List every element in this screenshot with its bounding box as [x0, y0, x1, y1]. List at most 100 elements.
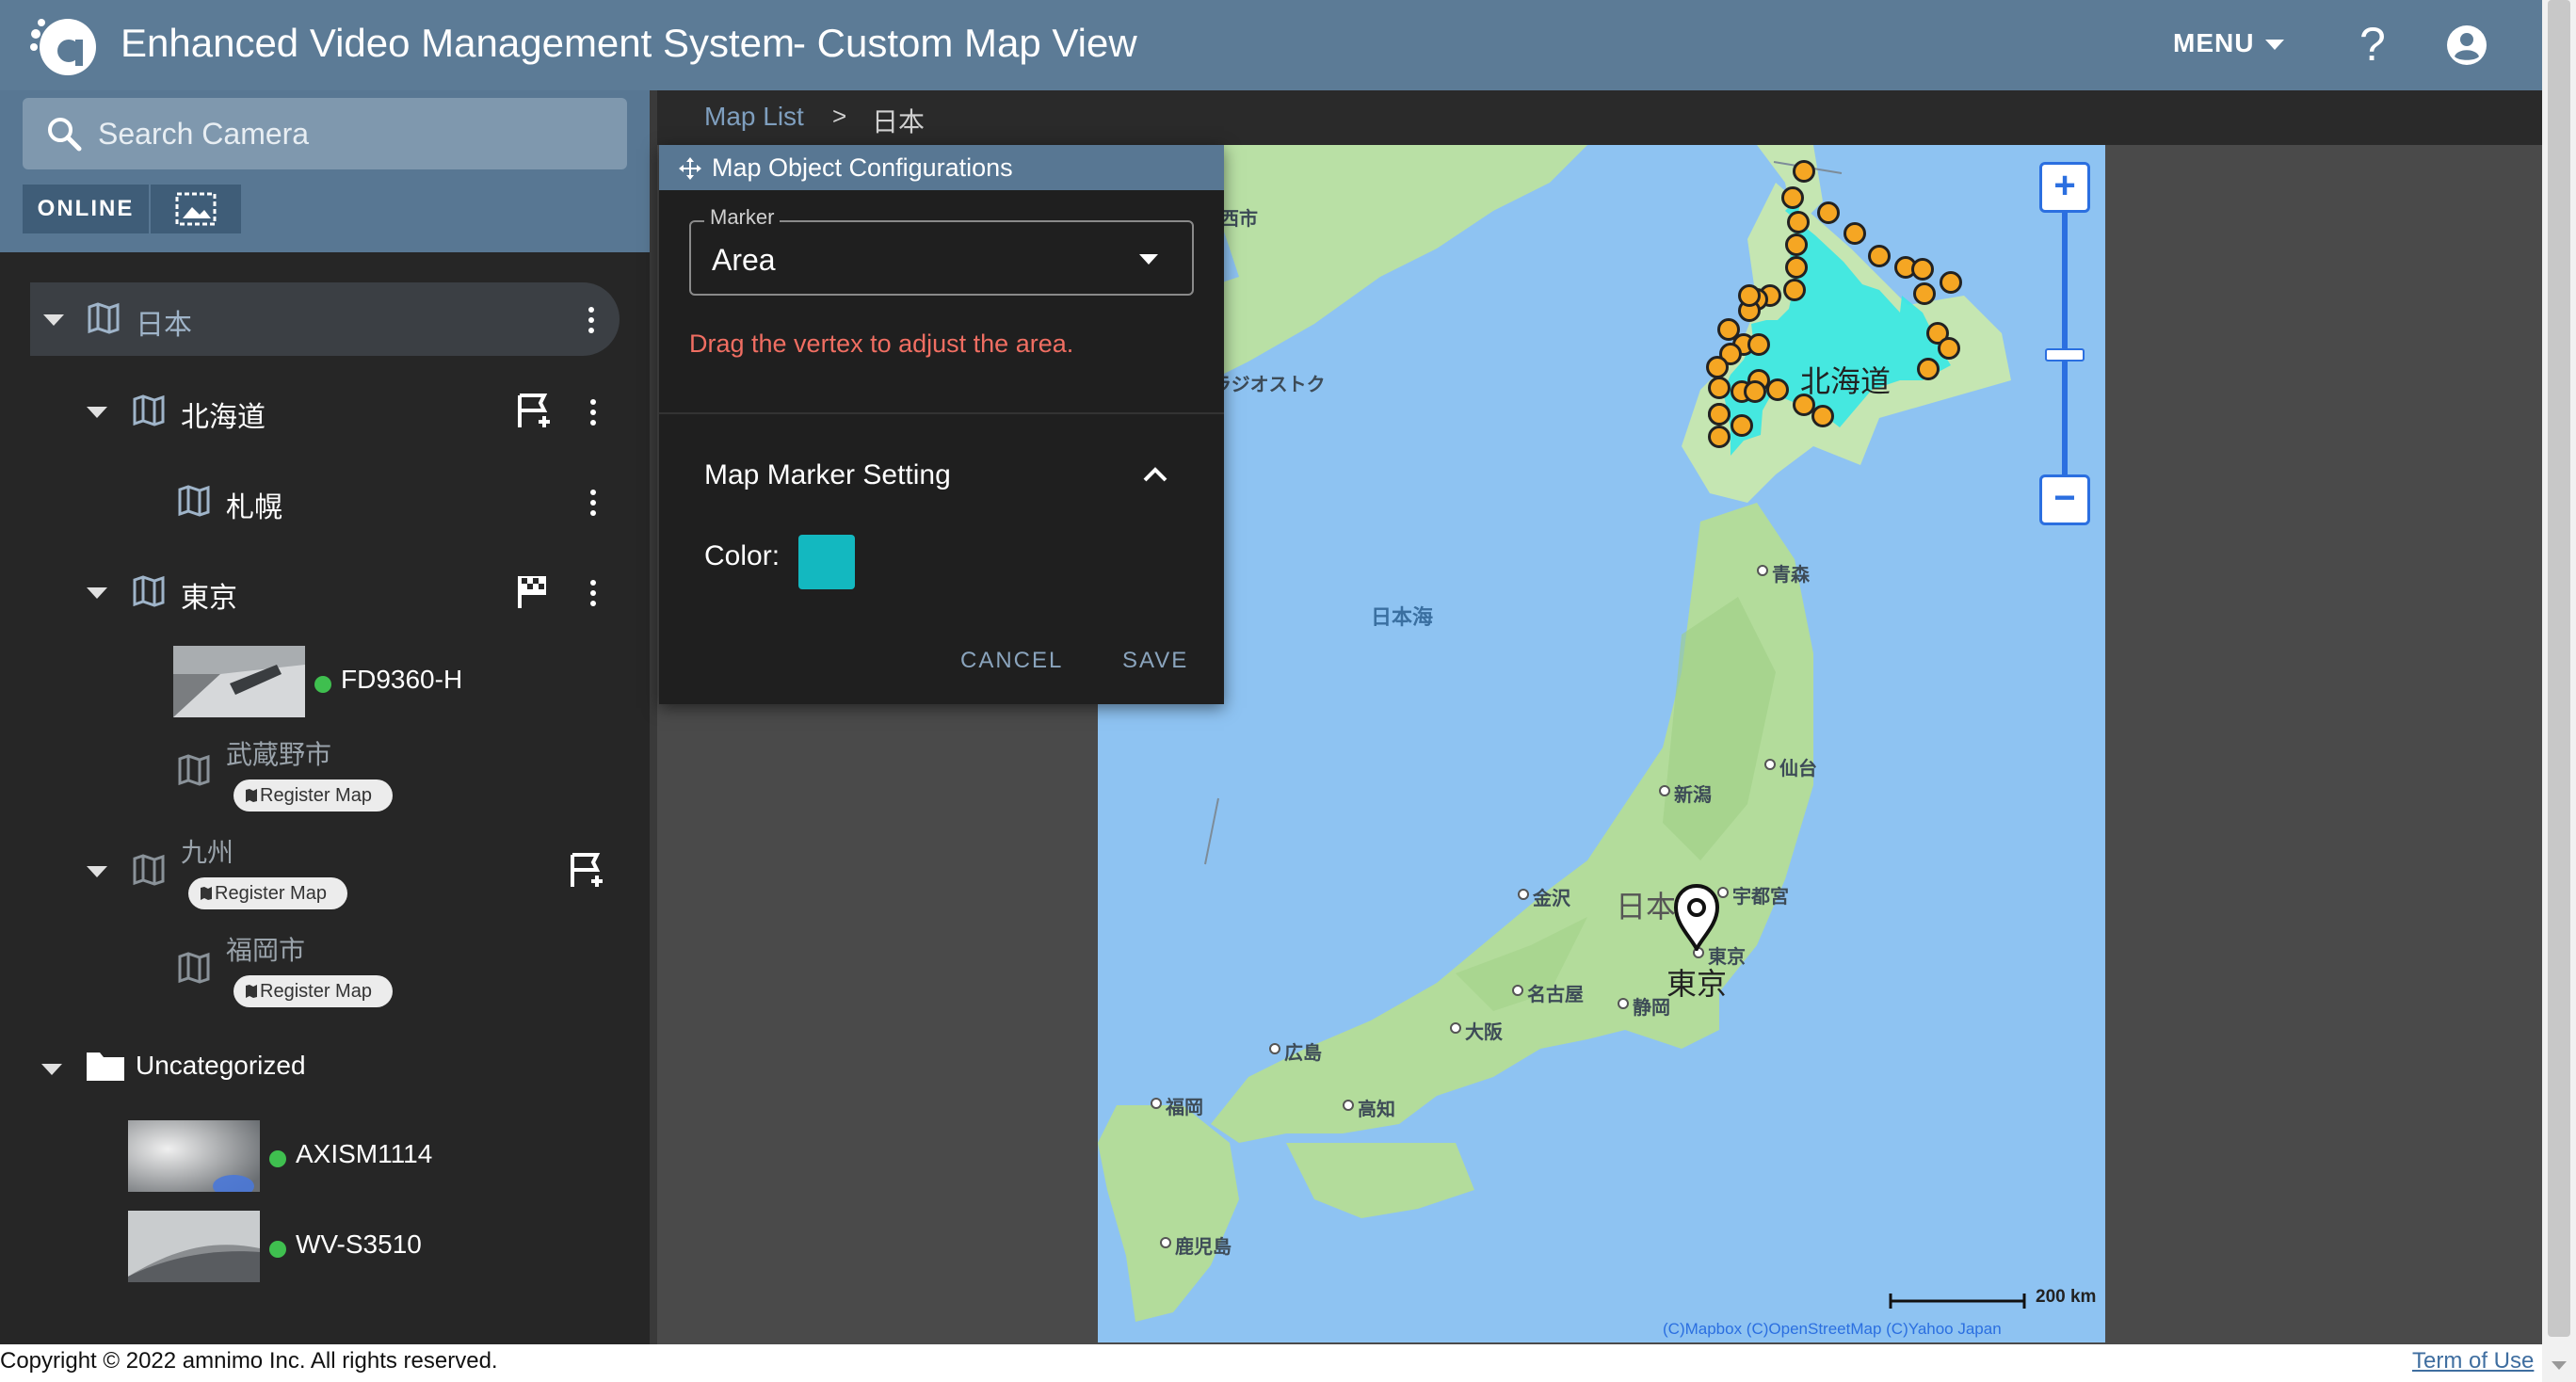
area-vertex-handle[interactable] — [1738, 284, 1761, 307]
terms-of-use-link[interactable]: Term of Use — [2412, 1348, 2534, 1374]
tree-item-kyushu[interactable]: 九州 Register Map — [0, 830, 650, 921]
register-map-button[interactable]: Register Map — [188, 877, 347, 909]
area-vertex-handle[interactable] — [1868, 245, 1891, 267]
menu-button[interactable]: MENU — [2173, 28, 2285, 58]
zoom-in-button[interactable]: + — [2039, 162, 2090, 213]
splitter[interactable] — [650, 90, 657, 1352]
camera-name: FD9360-H — [341, 665, 463, 694]
help-icon[interactable]: ? — [2359, 17, 2386, 72]
checkered-flag-icon[interactable] — [516, 572, 554, 610]
more-options-icon[interactable] — [582, 303, 601, 337]
area-vertex-handle[interactable] — [1785, 233, 1808, 256]
tree-item-sapporo[interactable]: 札幌 — [0, 465, 650, 537]
camera-thumbnail[interactable] — [128, 1120, 260, 1192]
area-vertex-handle[interactable] — [1731, 414, 1753, 437]
sidebar: ONLINE 日本 北海道 札幌 — [0, 90, 650, 1352]
area-vertex-handle[interactable] — [1747, 333, 1770, 356]
add-flag-icon[interactable] — [516, 392, 554, 429]
scroll-down-arrow-icon[interactable] — [2552, 1361, 2567, 1370]
area-vertex-handle[interactable] — [1744, 380, 1766, 403]
area-vertex-handle[interactable] — [1766, 378, 1789, 401]
breadcrumb-separator: > — [832, 102, 847, 130]
dialog-header[interactable]: Map Object Configurations — [659, 145, 1224, 190]
divider — [659, 412, 1224, 414]
area-vertex-handle[interactable] — [1938, 337, 1960, 360]
caret-down-icon[interactable] — [43, 314, 64, 326]
city-marker — [1618, 998, 1629, 1009]
zoom-out-button[interactable]: − — [2039, 474, 2090, 525]
area-vertex-handle[interactable] — [1911, 258, 1934, 281]
caret-down-icon[interactable] — [87, 866, 107, 877]
caret-down-icon[interactable] — [87, 407, 107, 418]
cancel-button[interactable]: CANCEL — [960, 648, 1063, 674]
tree-item-tokyo[interactable]: 東京 — [0, 555, 650, 627]
tree-label: 東京 — [181, 583, 237, 614]
page-scrollbar[interactable] — [2542, 0, 2576, 1382]
scrollbar-thumb[interactable] — [2548, 0, 2570, 1337]
camera-thumbnail[interactable] — [173, 646, 305, 717]
color-swatch[interactable] — [798, 535, 855, 589]
area-vertex-handle[interactable] — [1708, 403, 1731, 426]
account-icon[interactable] — [2446, 24, 2487, 66]
area-vertex-handle[interactable] — [1781, 186, 1804, 209]
area-vertex-handle[interactable] — [1787, 211, 1810, 233]
area-vertex-handle[interactable] — [1913, 282, 1936, 305]
country-label: 日本 — [1616, 890, 1677, 924]
sea-label: 日本海 — [1371, 605, 1434, 629]
area-vertex-handle[interactable] — [1817, 201, 1840, 224]
zoom-slider-track[interactable] — [2062, 213, 2068, 474]
city-marker — [1160, 1237, 1171, 1248]
caret-down-icon[interactable] — [41, 1064, 62, 1075]
area-vertex-handle[interactable] — [1940, 271, 1962, 294]
area-vertex-handle[interactable] — [1783, 279, 1806, 301]
caret-down-icon — [2265, 40, 2285, 51]
search-input[interactable] — [98, 98, 606, 169]
more-options-icon[interactable] — [584, 395, 603, 429]
chevron-up-icon[interactable] — [1141, 463, 1169, 486]
map-icon — [133, 394, 165, 426]
camera-item-wvs3510[interactable]: WV-S3510 — [0, 1211, 650, 1282]
tree-item-fukuoka[interactable]: 福岡市 Register Map — [0, 928, 650, 1019]
search-box[interactable] — [23, 98, 627, 169]
area-vertex-handle[interactable] — [1717, 318, 1740, 341]
marker-type-select[interactable]: Marker Area — [689, 205, 1194, 296]
tree-item-uncategorized[interactable]: Uncategorized — [0, 1032, 650, 1103]
area-vertex-handle[interactable] — [1811, 405, 1834, 427]
online-filter-button[interactable]: ONLINE — [23, 185, 149, 233]
map-canvas[interactable]: 西市 ウラジオストク 青森 仙台 新潟 宇都宮 金沢 東京 名古屋 静岡 大阪 … — [1098, 145, 2105, 1342]
camera-thumbnail[interactable] — [128, 1211, 260, 1282]
register-map-button[interactable]: Register Map — [233, 779, 393, 812]
more-options-icon[interactable] — [584, 486, 603, 520]
tree-item-japan[interactable]: 日本 — [30, 282, 620, 356]
map-pin-icon[interactable] — [1672, 883, 1721, 951]
area-vertex-handle[interactable] — [1706, 356, 1729, 378]
camera-item-fd9360[interactable]: FD9360-H — [0, 646, 650, 717]
more-options-icon[interactable] — [584, 576, 603, 610]
area-vertex-handle[interactable] — [1843, 222, 1866, 245]
add-flag-icon[interactable] — [569, 851, 606, 889]
breadcrumb-map-list-link[interactable]: Map List — [704, 102, 804, 132]
map-icon — [246, 985, 257, 998]
area-vertex-handle[interactable] — [1793, 160, 1815, 183]
area-vertex-handle[interactable] — [1708, 377, 1731, 399]
breadcrumb-current: 日本 — [872, 107, 926, 137]
save-button[interactable]: SAVE — [1122, 648, 1188, 674]
register-map-label: Register Map — [215, 883, 327, 904]
area-vertex-handle[interactable] — [1785, 256, 1808, 279]
tree-item-hokkaido[interactable]: 北海道 — [0, 375, 650, 446]
city-name: 西市 — [1220, 209, 1258, 230]
online-status-dot — [314, 676, 331, 693]
thumbnail-toggle-button[interactable] — [151, 185, 241, 233]
register-map-button[interactable]: Register Map — [233, 975, 393, 1007]
move-icon[interactable] — [678, 156, 702, 181]
menu-label: MENU — [2173, 28, 2255, 57]
map-icon — [178, 952, 210, 984]
area-vertex-handle[interactable] — [1917, 358, 1940, 380]
tree-item-musashino[interactable]: 武蔵野市 Register Map — [0, 732, 650, 823]
camera-item-axism1114[interactable]: AXISM1114 — [0, 1120, 650, 1192]
zoom-slider-handle[interactable] — [2045, 348, 2085, 362]
area-vertex-handle[interactable] — [1708, 426, 1731, 448]
folder-icon — [87, 1053, 124, 1081]
map-attribution[interactable]: (C)Mapbox (C)OpenStreetMap (C)Yahoo Japa… — [1663, 1320, 2002, 1339]
caret-down-icon[interactable] — [87, 587, 107, 599]
